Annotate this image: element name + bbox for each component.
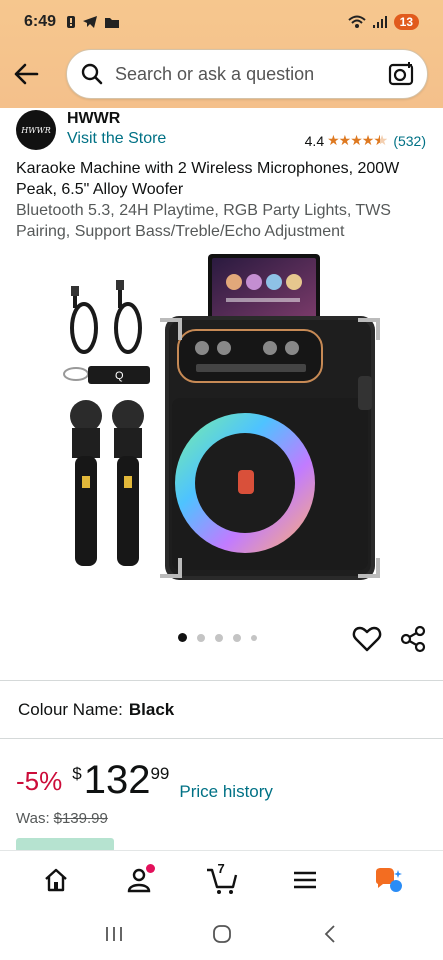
recent-apps-icon[interactable] (103, 924, 125, 944)
rating-count[interactable]: (532) (393, 133, 426, 149)
menu-icon (293, 871, 316, 888)
discount-percent: -5% (16, 766, 63, 796)
visit-store-link[interactable]: Visit the Store (67, 130, 166, 148)
divider (0, 680, 443, 681)
back-nav-icon[interactable] (320, 923, 340, 945)
folder-icon (105, 18, 120, 28)
battery-indicator: 13 (393, 14, 419, 30)
cart-count: 7 (217, 860, 225, 876)
bottom-navigation: 7 (0, 850, 443, 908)
heart-icon (352, 626, 382, 652)
share-icon (400, 625, 426, 653)
wifi-icon (347, 15, 366, 28)
nav-account[interactable] (115, 858, 163, 902)
search-bar[interactable]: Search or ask a question (66, 49, 428, 99)
back-arrow-icon (14, 63, 39, 85)
brand-row: HWWR HWWR Visit the Store 4.4 ★★★★★★ (53… (16, 108, 436, 152)
nav-menu[interactable] (281, 858, 329, 902)
nav-rufus[interactable] (364, 858, 412, 902)
rating-value: 4.4 (304, 132, 325, 149)
audio-plug (116, 280, 124, 290)
charging-cables (70, 286, 142, 354)
was-value: $139.99 (53, 810, 108, 827)
price-fraction: 99 (150, 764, 170, 783)
carousel-dot (215, 633, 223, 642)
rufus-assistant-icon (375, 867, 402, 892)
share-button[interactable] (398, 624, 428, 654)
status-bar: 6:49 13 (0, 0, 443, 44)
notification-icon (67, 16, 76, 28)
nav-cart[interactable]: 7 (198, 858, 246, 902)
carousel-indicator (178, 633, 257, 642)
partially-visible-offer-row (16, 838, 436, 850)
telegram-icon (83, 16, 98, 28)
price-whole: 132 (83, 758, 151, 802)
product-title: Karaoke Machine with 2 Wireless Micropho… (16, 160, 400, 198)
carousel-dot (251, 634, 257, 641)
system-navigation-bar (0, 908, 443, 960)
brand-logo[interactable]: HWWR (16, 110, 56, 150)
search-input[interactable]: Search or ask a question (115, 64, 387, 85)
search-icon (81, 63, 103, 85)
star-rating-icon: ★★★★★★ (327, 132, 388, 148)
home-icon (44, 868, 67, 891)
status-notification-icons (66, 15, 120, 29)
price-history-link[interactable]: Price history (179, 782, 273, 802)
carousel-dot (233, 633, 241, 642)
camera-search-icon[interactable] (387, 60, 415, 88)
wishlist-button[interactable] (352, 624, 382, 654)
status-time: 6:49 (24, 13, 57, 30)
back-arrow-button[interactable] (10, 58, 42, 90)
lanyard-strap: Q (63, 366, 150, 384)
price-row: -5% $ 132 99 Price history (16, 756, 273, 804)
was-price: Was: $139.99 (16, 810, 108, 827)
svg-text:Q: Q (115, 370, 124, 382)
home-button-icon[interactable] (211, 923, 233, 945)
colour-selector[interactable]: Colour Name: Black (18, 700, 174, 720)
wireless-microphones (70, 400, 144, 566)
nav-home[interactable] (32, 858, 80, 902)
brand-name: HWWR (67, 110, 121, 127)
product-image[interactable]: Q (0, 248, 443, 618)
carousel-dot (197, 633, 205, 642)
offer-badge (16, 838, 114, 850)
colour-label: Colour Name: (18, 700, 123, 719)
status-system-icons: 13 (347, 14, 419, 30)
speaker-body (160, 316, 380, 580)
price-currency: $ (72, 764, 82, 783)
colour-value: Black (128, 700, 175, 719)
divider (0, 738, 443, 739)
product-subtitle: Bluetooth 5.3, 24H Playtime, RGB Party L… (16, 202, 391, 240)
rating-summary[interactable]: 4.4 ★★★★★★ (532) (305, 132, 426, 149)
tablet-screen (208, 254, 320, 324)
was-label: Was: (16, 810, 50, 827)
usb-plug (71, 286, 79, 296)
carousel-dot (178, 633, 187, 642)
notification-dot (145, 863, 155, 873)
signal-icon (372, 16, 387, 28)
